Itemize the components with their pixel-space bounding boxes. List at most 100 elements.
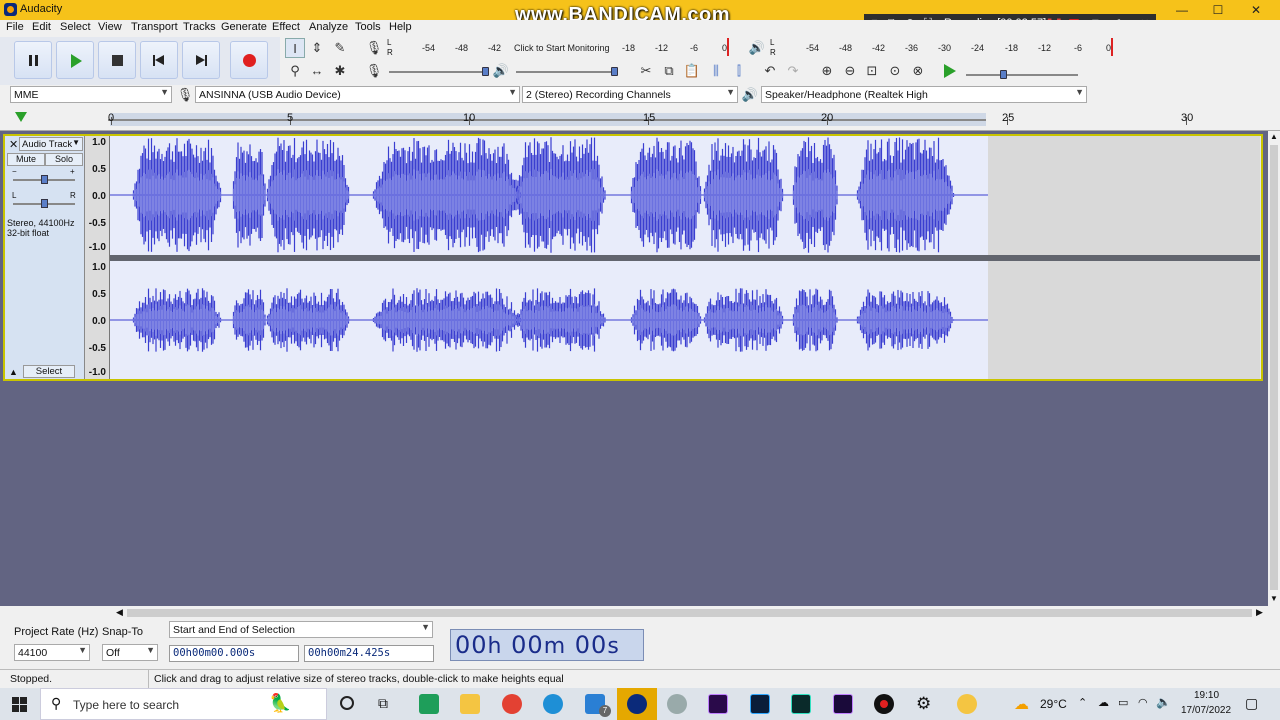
fit-project-icon[interactable]: ⊙ <box>885 61 905 81</box>
skip-to-start-button[interactable] <box>140 41 178 79</box>
horizontal-scroll-thumb[interactable] <box>127 609 1252 617</box>
tray-expand-icon[interactable]: ⌃ <box>1078 696 1087 709</box>
premiere-icon[interactable] <box>708 694 728 714</box>
edge-icon[interactable] <box>543 694 563 714</box>
mute-button[interactable]: Mute <box>7 153 45 166</box>
track-select-button[interactable]: Select <box>23 365 75 378</box>
onedrive-icon[interactable]: ☁ <box>1098 696 1109 709</box>
record-meter[interactable]: -54 -48 -42 Click to Start Monitoring -1… <box>396 38 741 56</box>
zoom-in-icon[interactable]: ⊕ <box>817 61 837 81</box>
task-view-icon[interactable]: ⧉ <box>378 695 388 712</box>
network-icon[interactable]: ◠ <box>1138 696 1148 709</box>
waveform-display[interactable] <box>110 136 1260 379</box>
selection-tool-icon[interactable]: I <box>285 38 305 58</box>
stop-button[interactable] <box>98 41 136 79</box>
track-name-menu[interactable]: Audio Track ▼ <box>19 137 83 151</box>
record-button[interactable] <box>230 41 268 79</box>
app-icon-2[interactable] <box>667 694 687 714</box>
file-explorer-icon[interactable] <box>460 694 480 714</box>
timeline-ruler[interactable]: 0 5 10 15 20 25 30 <box>0 107 1280 131</box>
redo-icon[interactable]: ↷ <box>783 61 803 81</box>
playback-meter-speaker-icon[interactable]: 🔊 <box>747 38 767 58</box>
track-close-icon[interactable]: ✕ <box>9 138 18 151</box>
selection-end-time[interactable]: 00h00m24.425s <box>304 645 434 662</box>
play-speed-knob[interactable] <box>1000 70 1007 79</box>
zoom-tool-icon[interactable]: ⚲ <box>285 61 305 81</box>
recording-device-select[interactable]: ANSINNA (USB Audio Device) ▼ <box>195 86 520 103</box>
volume-icon[interactable]: 🔈 <box>1156 695 1171 709</box>
recording-volume-slider[interactable] <box>389 71 489 73</box>
collapse-track-icon[interactable]: ▲ <box>9 367 18 377</box>
zoom-toggle-icon[interactable]: ⊗ <box>908 61 928 81</box>
close-button[interactable]: ✕ <box>1238 0 1274 20</box>
snap-to-select[interactable]: Off ▼ <box>102 644 158 661</box>
notifications-icon[interactable]: ▢ <box>1245 695 1258 712</box>
track-area[interactable]: ✕ Audio Track ▼ Mute Solo − + L R Stereo,… <box>0 131 1268 606</box>
menu-view[interactable]: View <box>98 21 122 33</box>
playback-device-select[interactable]: Speaker/Headphone (Realtek High ▼ <box>761 86 1087 103</box>
app-icon-1[interactable] <box>419 694 439 714</box>
weather-icon[interactable]: ☁ <box>1014 695 1029 713</box>
scroll-up-icon[interactable]: ▲ <box>1270 132 1278 141</box>
windows-start-icon[interactable] <box>12 697 27 712</box>
cut-icon[interactable]: ✂ <box>636 61 656 81</box>
menu-analyze[interactable]: Analyze <box>309 21 348 33</box>
recording-volume-knob[interactable] <box>482 67 489 76</box>
menu-help[interactable]: Help <box>389 21 412 33</box>
menu-tools[interactable]: Tools <box>355 21 381 33</box>
play-at-speed-icon[interactable] <box>944 64 956 78</box>
vertical-scrollbar[interactable]: ▲ ▼ <box>1268 131 1280 606</box>
battery-icon[interactable]: ▭ <box>1118 696 1128 709</box>
audio-position-display[interactable]: 00h 00m 00s <box>450 629 644 661</box>
project-rate-select[interactable]: 44100 ▼ <box>14 644 90 661</box>
trim-icon[interactable]: ⫼ <box>706 61 726 81</box>
horizontal-scrollbar[interactable]: ◀ ▶ <box>113 607 1268 619</box>
undo-icon[interactable]: ↶ <box>760 61 780 81</box>
clock-time[interactable]: 19:10 <box>1194 690 1219 701</box>
solo-button[interactable]: Solo <box>45 153 83 166</box>
record-meter-mic-icon[interactable]: 🎙 <box>364 38 384 58</box>
fit-selection-icon[interactable]: ⊡ <box>862 61 882 81</box>
taskbar-search-box[interactable]: ⚲ Type here to search 🦜 <box>40 688 327 720</box>
chrome-icon[interactable] <box>502 694 522 714</box>
vertical-scroll-thumb[interactable] <box>1270 145 1278 590</box>
skip-to-end-button[interactable] <box>182 41 220 79</box>
play-button[interactable] <box>56 41 94 79</box>
gain-knob[interactable] <box>41 175 48 184</box>
selection-start-time[interactable]: 00h00m00.000s <box>169 645 299 662</box>
pause-button[interactable] <box>14 41 52 79</box>
menu-generate[interactable]: Generate <box>221 21 267 33</box>
draw-tool-icon[interactable]: ✎ <box>330 38 350 58</box>
audition-icon[interactable] <box>791 694 811 714</box>
timeline-options-icon[interactable] <box>15 112 27 122</box>
scroll-left-icon[interactable]: ◀ <box>116 607 123 618</box>
multi-tool-icon[interactable]: ✱ <box>330 61 350 81</box>
menu-select[interactable]: Select <box>60 21 91 33</box>
paste-icon[interactable]: 📋 <box>682 61 702 81</box>
after-effects-icon[interactable] <box>833 694 853 714</box>
silence-icon[interactable]: ⫿ <box>729 61 749 81</box>
minimize-button[interactable]: — <box>1164 0 1200 20</box>
playback-meter[interactable]: -54 -48 -42 -36 -30 -24 -18 -12 -6 0 <box>780 38 1120 56</box>
settings-icon[interactable]: ⚙ <box>916 694 931 714</box>
menu-effect[interactable]: Effect <box>272 21 300 33</box>
scroll-right-icon[interactable]: ▶ <box>1256 607 1263 618</box>
playback-volume-slider[interactable] <box>516 71 618 73</box>
recording-channels-select[interactable]: 2 (Stereo) Recording Channels ▼ <box>522 86 738 103</box>
copy-icon[interactable]: ⧉ <box>659 61 679 81</box>
playback-volume-knob[interactable] <box>611 67 618 76</box>
scroll-down-icon[interactable]: ▼ <box>1270 594 1278 603</box>
menu-edit[interactable]: Edit <box>32 21 51 33</box>
clock-date[interactable]: 17/07/2022 <box>1181 705 1231 716</box>
menu-transport[interactable]: Transport <box>131 21 178 33</box>
pan-knob[interactable] <box>41 199 48 208</box>
menu-tracks[interactable]: Tracks <box>183 21 216 33</box>
maximize-button[interactable]: ☐ <box>1200 0 1236 20</box>
menu-file[interactable]: File <box>6 21 24 33</box>
audio-host-select[interactable]: MME ▼ <box>10 86 172 103</box>
selection-mode-select[interactable]: Start and End of Selection ▼ <box>169 621 433 638</box>
play-speed-slider[interactable] <box>966 74 1078 76</box>
envelope-tool-icon[interactable]: ⇕ <box>307 38 327 58</box>
time-shift-tool-icon[interactable]: ↔ <box>307 61 327 81</box>
chrome-icon-2[interactable] <box>957 694 977 714</box>
